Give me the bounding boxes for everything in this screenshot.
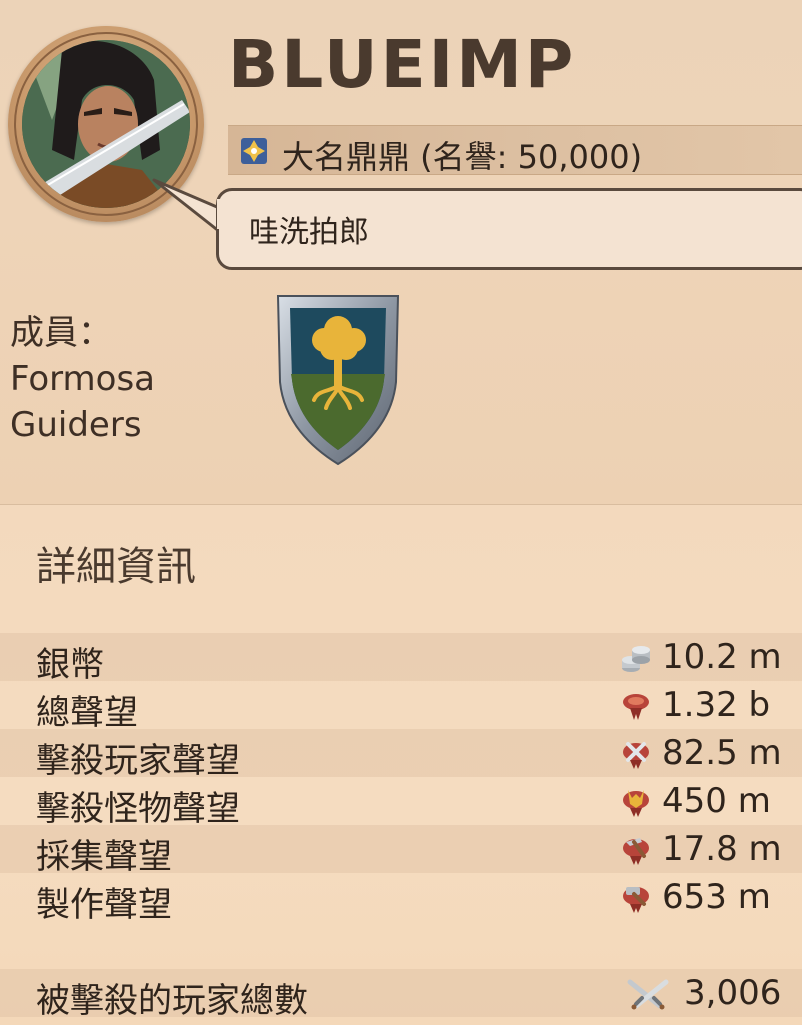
fame-icon bbox=[623, 694, 649, 720]
stat-label: 擊殺玩家聲望 bbox=[36, 741, 240, 781]
stat-value: 82.5 m bbox=[662, 733, 782, 773]
stat-label: 製作聲望 bbox=[36, 885, 172, 925]
silver-coins-icon bbox=[622, 646, 650, 672]
title-badge-icon bbox=[241, 138, 267, 164]
crafting-fame-icon bbox=[623, 887, 649, 913]
stat-row-gathering-fame: 採集聲望 17.8 m bbox=[0, 825, 802, 877]
stat-row-total-fame: 總聲望 1.32 b bbox=[0, 681, 802, 733]
motto-bubble[interactable]: 哇洗拍郎 bbox=[216, 188, 802, 270]
stat-value: 1.32 b bbox=[662, 685, 771, 725]
stat-label: 銀幣 bbox=[36, 645, 104, 685]
stat-value: 653 m bbox=[662, 877, 771, 917]
stat-value: 17.8 m bbox=[662, 829, 782, 869]
stat-value: 10.2 m bbox=[662, 637, 782, 677]
guild-name-line2[interactable]: Guiders bbox=[10, 402, 155, 448]
stat-row-pvp-fame: 擊殺玩家聲望 82.5 m bbox=[0, 729, 802, 781]
player-name: BLUEIMP bbox=[228, 26, 577, 103]
crossed-swords-icon bbox=[627, 979, 669, 1010]
gathering-fame-icon bbox=[623, 838, 649, 865]
stat-row-player-kills: 被擊殺的玩家總數 3,006 bbox=[0, 969, 802, 1021]
stat-label: 採集聲望 bbox=[36, 837, 172, 877]
stat-row-pve-fame: 擊殺怪物聲望 450 m bbox=[0, 777, 802, 829]
player-motto: 哇洗拍郎 bbox=[249, 215, 369, 250]
stat-value: 3,006 bbox=[684, 973, 782, 1013]
stat-value: 450 m bbox=[662, 781, 771, 821]
guild-crest-icon[interactable] bbox=[274, 292, 402, 468]
guild-name-line1[interactable]: Formosa bbox=[10, 356, 155, 402]
stat-label: 擊殺怪物聲望 bbox=[36, 789, 240, 829]
details-section-title: 詳細資訊 bbox=[36, 544, 196, 590]
pve-fame-icon bbox=[623, 790, 649, 817]
guild-membership: 成員： Formosa Guiders bbox=[10, 310, 155, 448]
pvp-fame-icon bbox=[623, 742, 649, 769]
stat-label: 總聲望 bbox=[36, 693, 138, 733]
speech-bubble-joint bbox=[217, 199, 230, 229]
player-title-bar[interactable]: 大名鼎鼎 (名譽: 50,000) bbox=[228, 125, 802, 176]
stat-label: 被擊殺的玩家總數 bbox=[36, 981, 308, 1021]
profile-panel: BLUEIMP 大名鼎鼎 (名譽: 50,000) 哇洗拍郎 成員： Formo… bbox=[0, 0, 802, 505]
membership-label: 成員： bbox=[10, 313, 112, 353]
player-title: 大名鼎鼎 (名譽: 50,000) bbox=[282, 138, 643, 176]
stat-row-crafting-fame: 製作聲望 653 m bbox=[0, 873, 802, 925]
stat-row-silver: 銀幣 10.2 m bbox=[0, 633, 802, 685]
